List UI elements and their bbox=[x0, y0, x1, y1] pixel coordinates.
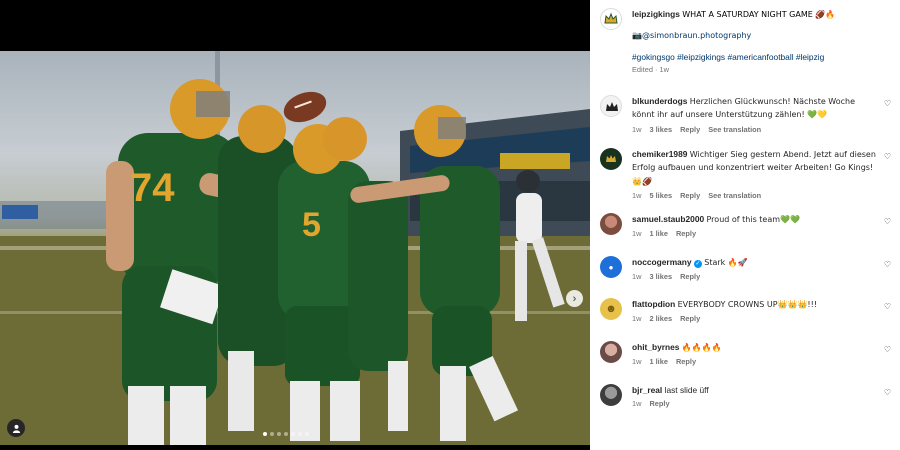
hashtags[interactable]: #gokingsgo #leipzigkings #americanfootba… bbox=[632, 51, 878, 63]
post-photo[interactable]: 74 5 › bbox=[0, 51, 590, 445]
comment-likes[interactable]: 2 likes bbox=[649, 314, 672, 323]
carousel-indicator bbox=[263, 432, 309, 436]
nocco-logo-icon: ● bbox=[608, 262, 614, 272]
comment-time: 1w bbox=[632, 357, 642, 367]
person-avatar-icon: ☻ bbox=[605, 303, 617, 315]
chevron-right-icon: › bbox=[572, 292, 577, 305]
crown-avatar-icon bbox=[606, 102, 618, 111]
comment-item: bjr_real last slide üff 1w Reply ♡ bbox=[600, 384, 892, 408]
carousel-dot bbox=[298, 432, 302, 436]
commenter-avatar[interactable] bbox=[600, 95, 622, 117]
comment-username[interactable]: ohit_byrnes bbox=[632, 342, 679, 352]
commenter-avatar[interactable]: ● bbox=[600, 256, 622, 278]
comment-item: ● noccogermany ✓ Stark 🔥🚀 1w 3 likes Rep… bbox=[600, 256, 892, 281]
comment-text: Proud of this team💚💚 bbox=[706, 215, 800, 224]
carousel-dot bbox=[270, 432, 274, 436]
carousel-dot bbox=[291, 432, 295, 436]
heart-icon[interactable]: ♡ bbox=[884, 388, 891, 397]
comment-time: 1w bbox=[632, 191, 642, 201]
comment-username[interactable]: flattopdion bbox=[632, 299, 675, 309]
comment-likes[interactable]: 3 likes bbox=[649, 125, 672, 134]
reply-button[interactable]: Reply bbox=[676, 229, 696, 238]
comment-likes[interactable]: 3 likes bbox=[649, 272, 672, 281]
verified-badge-icon: ✓ bbox=[693, 260, 702, 268]
post-author[interactable]: leipzigkings bbox=[632, 9, 680, 19]
comment-likes[interactable]: 1 like bbox=[649, 229, 668, 238]
heart-icon[interactable]: ♡ bbox=[884, 99, 891, 108]
comment-item: ohit_byrnes 🔥🔥🔥🔥 1w 1 like Reply ♡ bbox=[600, 341, 892, 366]
commenter-avatar[interactable] bbox=[600, 341, 622, 363]
caption-text: WHAT A SATURDAY NIGHT GAME 🏈🔥 bbox=[682, 10, 836, 19]
heart-icon[interactable]: ♡ bbox=[884, 260, 891, 269]
comment-likes[interactable]: 5 likes bbox=[649, 191, 672, 200]
commenter-avatar[interactable] bbox=[600, 213, 622, 235]
jersey-number-74: 74 bbox=[130, 166, 175, 210]
comment-username[interactable]: bjr_real bbox=[632, 385, 662, 395]
jersey-number-5: 5 bbox=[302, 206, 321, 244]
football-celebration-image: 74 5 bbox=[0, 51, 590, 445]
heart-icon[interactable]: ♡ bbox=[884, 302, 891, 311]
reply-button[interactable]: Reply bbox=[649, 399, 669, 408]
comment-username[interactable]: blkunderdogs bbox=[632, 96, 687, 106]
comment-item: ☻ flattopdion EVERYBODY CROWNS UP👑👑👑!!! … bbox=[600, 298, 892, 323]
comment-time: 1w bbox=[632, 399, 642, 409]
media-pane: 74 5 › bbox=[0, 0, 590, 450]
carousel-dot bbox=[277, 432, 281, 436]
comment-username[interactable]: chemiker1989 bbox=[632, 149, 687, 159]
see-translation-button[interactable]: See translation bbox=[708, 125, 761, 134]
comment-time: 1w bbox=[632, 124, 642, 134]
crown-logo-icon bbox=[604, 12, 618, 24]
comment-time: 1w bbox=[632, 272, 642, 282]
post-caption: leipzigkings WHAT A SATURDAY NIGHT GAME … bbox=[600, 8, 892, 74]
commenter-avatar[interactable] bbox=[600, 384, 622, 406]
carousel-dot bbox=[263, 432, 267, 436]
comment-item: samuel.staub2000 Proud of this team💚💚 1w… bbox=[600, 213, 892, 238]
user-tag-button[interactable] bbox=[7, 419, 25, 437]
comment-username[interactable]: noccogermany bbox=[632, 257, 692, 267]
comment-time: 1w bbox=[632, 314, 642, 324]
commenter-avatar[interactable] bbox=[600, 148, 622, 170]
comment-text: Stark 🔥🚀 bbox=[704, 258, 748, 267]
see-translation-button[interactable]: See translation bbox=[708, 191, 761, 200]
comment-likes[interactable]: 1 like bbox=[649, 357, 668, 366]
reply-button[interactable]: Reply bbox=[680, 314, 700, 323]
reply-button[interactable]: Reply bbox=[680, 125, 700, 134]
photo-credit[interactable]: 📷@simonbraun.photography bbox=[632, 30, 878, 42]
comment-item: chemiker1989 Wichtiger Sieg gestern Aben… bbox=[600, 148, 892, 200]
next-slide-button[interactable]: › bbox=[566, 290, 583, 307]
crown-avatar-icon bbox=[606, 155, 616, 162]
photo-credit-link[interactable]: 📷@simonbraun.photography bbox=[632, 31, 751, 40]
comment-text: 🔥🔥🔥🔥 bbox=[681, 343, 722, 352]
user-tag-icon bbox=[12, 424, 20, 433]
reply-button[interactable]: Reply bbox=[680, 191, 700, 200]
comment-item: blkunderdogs Herzlichen Glückwunsch! Näc… bbox=[600, 95, 892, 134]
heart-icon[interactable]: ♡ bbox=[884, 152, 891, 161]
commenter-avatar[interactable]: ☻ bbox=[600, 298, 622, 320]
comment-text: last slide üff bbox=[664, 385, 709, 395]
reply-button[interactable]: Reply bbox=[680, 272, 700, 281]
leipzigkings-avatar[interactable] bbox=[600, 8, 622, 30]
comment-username[interactable]: samuel.staub2000 bbox=[632, 214, 704, 224]
carousel-dot bbox=[305, 432, 309, 436]
carousel-dot bbox=[284, 432, 288, 436]
reply-button[interactable]: Reply bbox=[676, 357, 696, 366]
heart-icon[interactable]: ♡ bbox=[884, 217, 891, 226]
comment-text: EVERYBODY CROWNS UP👑👑👑!!! bbox=[677, 300, 818, 309]
comments-pane: leipzigkings WHAT A SATURDAY NIGHT GAME … bbox=[590, 0, 900, 450]
comment-time: 1w bbox=[632, 229, 642, 239]
heart-icon[interactable]: ♡ bbox=[884, 345, 891, 354]
edited-label: Edited · 1w bbox=[632, 65, 669, 74]
